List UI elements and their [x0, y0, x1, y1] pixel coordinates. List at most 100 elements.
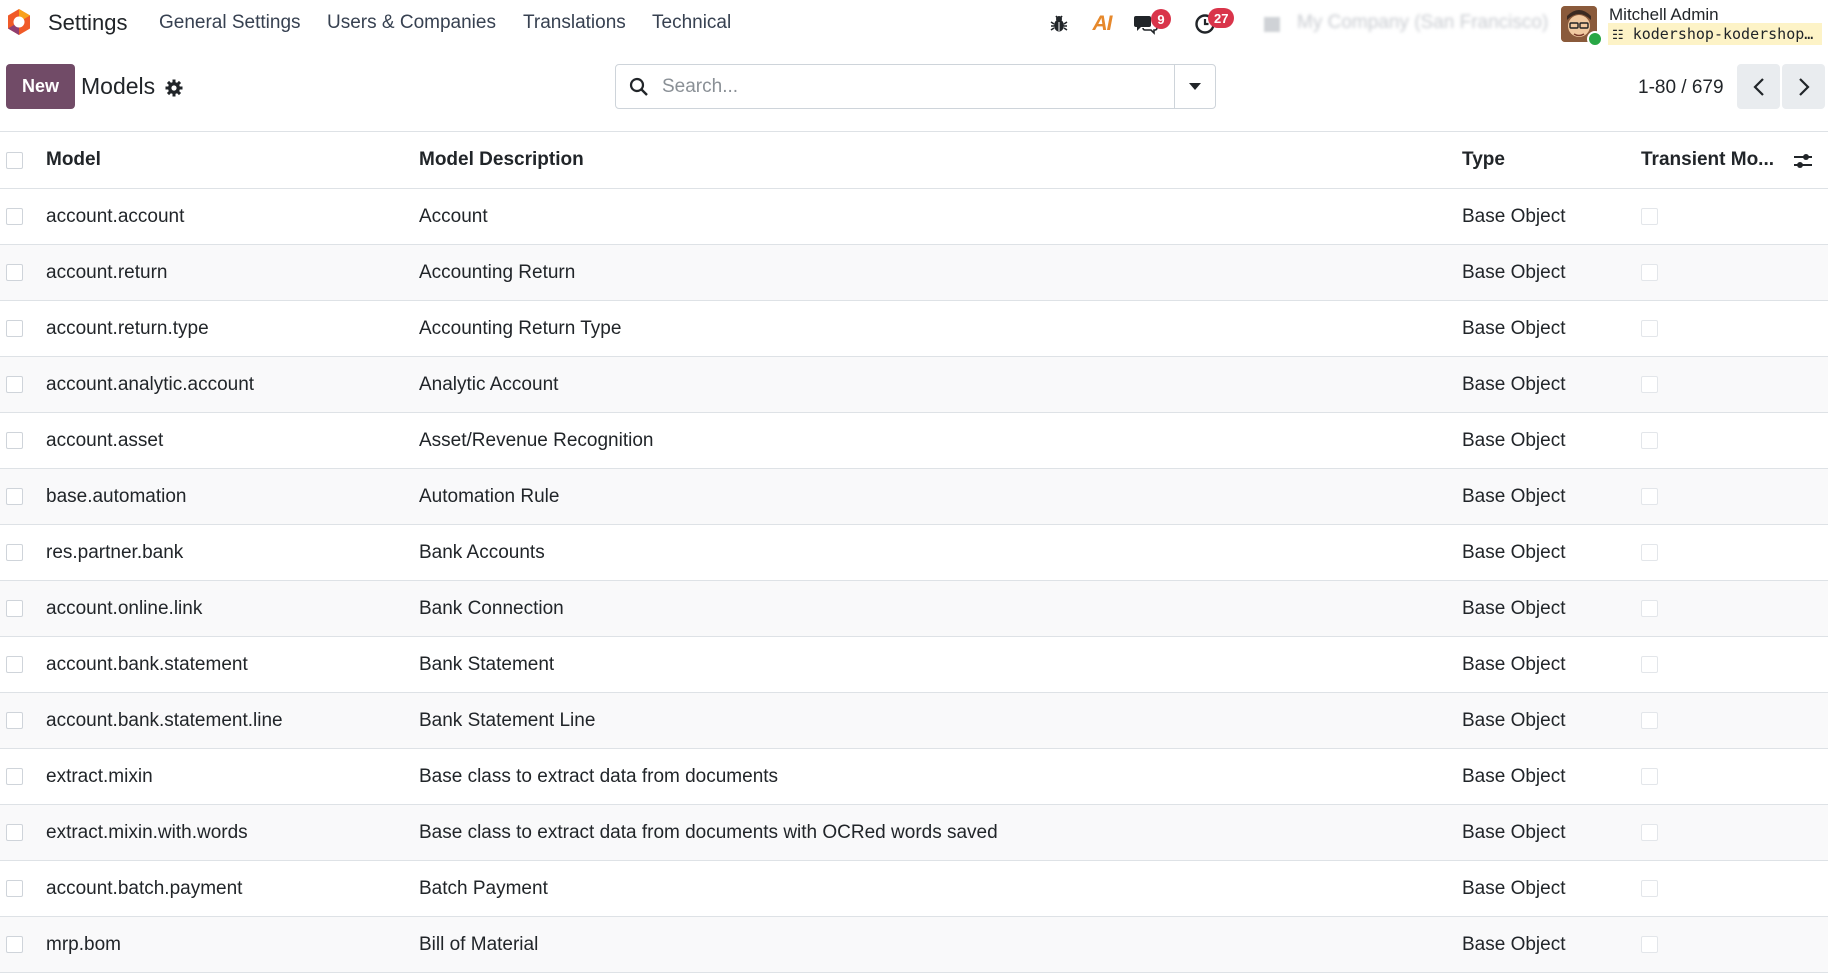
- cell-description[interactable]: Accounting Return Type: [419, 301, 621, 356]
- menu-users-companies[interactable]: Users & Companies: [327, 12, 496, 34]
- table-row[interactable]: account.asset Asset/Revenue Recognition Ba…: [0, 413, 1828, 469]
- row-checkbox[interactable]: [6, 656, 23, 673]
- cell-type[interactable]: Base Object: [1462, 637, 1566, 692]
- cell-model[interactable]: extract.mixin: [46, 749, 153, 804]
- cell-type[interactable]: Base Object: [1462, 525, 1566, 580]
- row-checkbox[interactable]: [6, 264, 23, 281]
- row-checkbox[interactable]: [6, 376, 23, 393]
- row-checkbox[interactable]: [6, 712, 23, 729]
- cell-description[interactable]: Account: [419, 189, 488, 244]
- cell-description[interactable]: Accounting Return: [419, 245, 575, 300]
- cell-type[interactable]: Base Object: [1462, 917, 1566, 972]
- row-select-cell: [6, 637, 23, 692]
- optional-columns-icon[interactable]: [1793, 151, 1813, 171]
- row-checkbox[interactable]: [6, 208, 23, 225]
- cell-model[interactable]: account.return.type: [46, 301, 209, 356]
- table-row[interactable]: res.partner.bank Bank Accounts Base Object: [0, 525, 1828, 581]
- company-switch-icon[interactable]: [1258, 10, 1286, 38]
- pager-previous-button[interactable]: [1737, 64, 1780, 109]
- cell-description[interactable]: Base class to extract data from document…: [419, 749, 778, 804]
- table-row[interactable]: account.return Accounting Return Base Obje…: [0, 245, 1828, 301]
- cell-description[interactable]: Bill of Material: [419, 917, 538, 972]
- table-row[interactable]: account.return.type Accounting Return Typ…: [0, 301, 1828, 357]
- table-row[interactable]: mrp.bom Bill of Material Base Object: [0, 917, 1828, 973]
- select-all-checkbox[interactable]: [6, 151, 23, 169]
- app-name[interactable]: Settings: [48, 10, 128, 36]
- cell-description[interactable]: Analytic Account: [419, 357, 558, 412]
- cell-model[interactable]: account.bank.statement.line: [46, 693, 283, 748]
- cell-model[interactable]: res.partner.bank: [46, 525, 183, 580]
- row-checkbox[interactable]: [6, 488, 23, 505]
- column-header-model[interactable]: Model: [46, 132, 101, 188]
- company-switch[interactable]: My Company (San Francisco): [1297, 12, 1548, 34]
- row-checkbox[interactable]: [6, 824, 23, 841]
- pager-next-button[interactable]: [1782, 64, 1825, 109]
- cell-description[interactable]: Bank Statement: [419, 637, 554, 692]
- cell-type[interactable]: Base Object: [1462, 693, 1566, 748]
- menu-technical[interactable]: Technical: [652, 12, 731, 34]
- cell-description[interactable]: Automation Rule: [419, 469, 559, 524]
- table-row[interactable]: account.bank.statement.line Bank Statemen…: [0, 693, 1828, 749]
- row-select-cell: [6, 469, 23, 524]
- cell-type[interactable]: Base Object: [1462, 861, 1566, 916]
- row-checkbox[interactable]: [6, 320, 23, 337]
- row-checkbox[interactable]: [6, 432, 23, 449]
- cell-type[interactable]: Base Object: [1462, 805, 1566, 860]
- cell-description[interactable]: Asset/Revenue Recognition: [419, 413, 653, 468]
- cell-type[interactable]: Base Object: [1462, 469, 1566, 524]
- menu-translations[interactable]: Translations: [523, 12, 626, 34]
- bug-icon[interactable]: [1045, 10, 1073, 38]
- cell-model[interactable]: extract.mixin.with.words: [46, 805, 248, 860]
- user-name[interactable]: Mitchell Admin: [1609, 5, 1719, 25]
- column-header-description[interactable]: Model Description: [419, 132, 584, 188]
- cell-model[interactable]: account.asset: [46, 413, 163, 468]
- table-row[interactable]: account.online.link Bank Connection Base O…: [0, 581, 1828, 637]
- cell-type[interactable]: Base Object: [1462, 301, 1566, 356]
- cell-description[interactable]: Batch Payment: [419, 861, 548, 916]
- cell-description[interactable]: Bank Accounts: [419, 525, 545, 580]
- cell-description[interactable]: Base class to extract data from document…: [419, 805, 998, 860]
- search-input[interactable]: [660, 71, 1084, 103]
- cell-type[interactable]: Base Object: [1462, 413, 1566, 468]
- table-row[interactable]: account.analytic.account Analytic Account…: [0, 357, 1828, 413]
- transient-checkbox: [1641, 600, 1658, 617]
- table-row[interactable]: extract.mixin.with.words Base class to ex…: [0, 805, 1828, 861]
- table-row[interactable]: account.account Account Base Object: [0, 189, 1828, 245]
- table-row[interactable]: account.bank.statement Bank Statement Base…: [0, 637, 1828, 693]
- row-checkbox[interactable]: [6, 544, 23, 561]
- cell-type[interactable]: Base Object: [1462, 581, 1566, 636]
- cell-model[interactable]: account.online.link: [46, 581, 202, 636]
- column-header-transient[interactable]: Transient Mo...: [1641, 132, 1774, 188]
- new-button[interactable]: New: [6, 64, 75, 109]
- menu-general-settings[interactable]: General Settings: [159, 12, 301, 34]
- cell-model[interactable]: base.automation: [46, 469, 187, 524]
- page-title[interactable]: Models: [81, 73, 155, 100]
- table-row[interactable]: extract.mixin Base class to extract data …: [0, 749, 1828, 805]
- top-navbar: Settings General Settings Users & Compan…: [0, 0, 1828, 47]
- cell-type[interactable]: Base Object: [1462, 357, 1566, 412]
- row-checkbox[interactable]: [6, 936, 23, 953]
- ai-icon[interactable]: AI: [1087, 10, 1117, 38]
- app-logo-icon[interactable]: [5, 8, 33, 36]
- pager-value[interactable]: 1-80 / 679: [1638, 77, 1724, 99]
- row-select-cell: [6, 413, 23, 468]
- cell-description[interactable]: Bank Connection: [419, 581, 564, 636]
- cell-model[interactable]: mrp.bom: [46, 917, 121, 972]
- cell-model[interactable]: account.return: [46, 245, 167, 300]
- cell-model[interactable]: account.bank.statement: [46, 637, 248, 692]
- cell-type[interactable]: Base Object: [1462, 189, 1566, 244]
- table-row[interactable]: account.batch.payment Batch Payment Base O…: [0, 861, 1828, 917]
- column-header-type[interactable]: Type: [1462, 132, 1505, 188]
- cell-model[interactable]: account.account: [46, 189, 184, 244]
- table-row[interactable]: base.automation Automation Rule Base Objec…: [0, 469, 1828, 525]
- row-checkbox[interactable]: [6, 880, 23, 897]
- cell-type[interactable]: Base Object: [1462, 245, 1566, 300]
- cell-description[interactable]: Bank Statement Line: [419, 693, 595, 748]
- row-checkbox[interactable]: [6, 768, 23, 785]
- gear-icon[interactable]: [164, 78, 184, 98]
- cell-model[interactable]: account.analytic.account: [46, 357, 254, 412]
- cell-type[interactable]: Base Object: [1462, 749, 1566, 804]
- row-checkbox[interactable]: [6, 600, 23, 617]
- search-options-toggle[interactable]: [1174, 65, 1215, 108]
- cell-model[interactable]: account.batch.payment: [46, 861, 242, 916]
